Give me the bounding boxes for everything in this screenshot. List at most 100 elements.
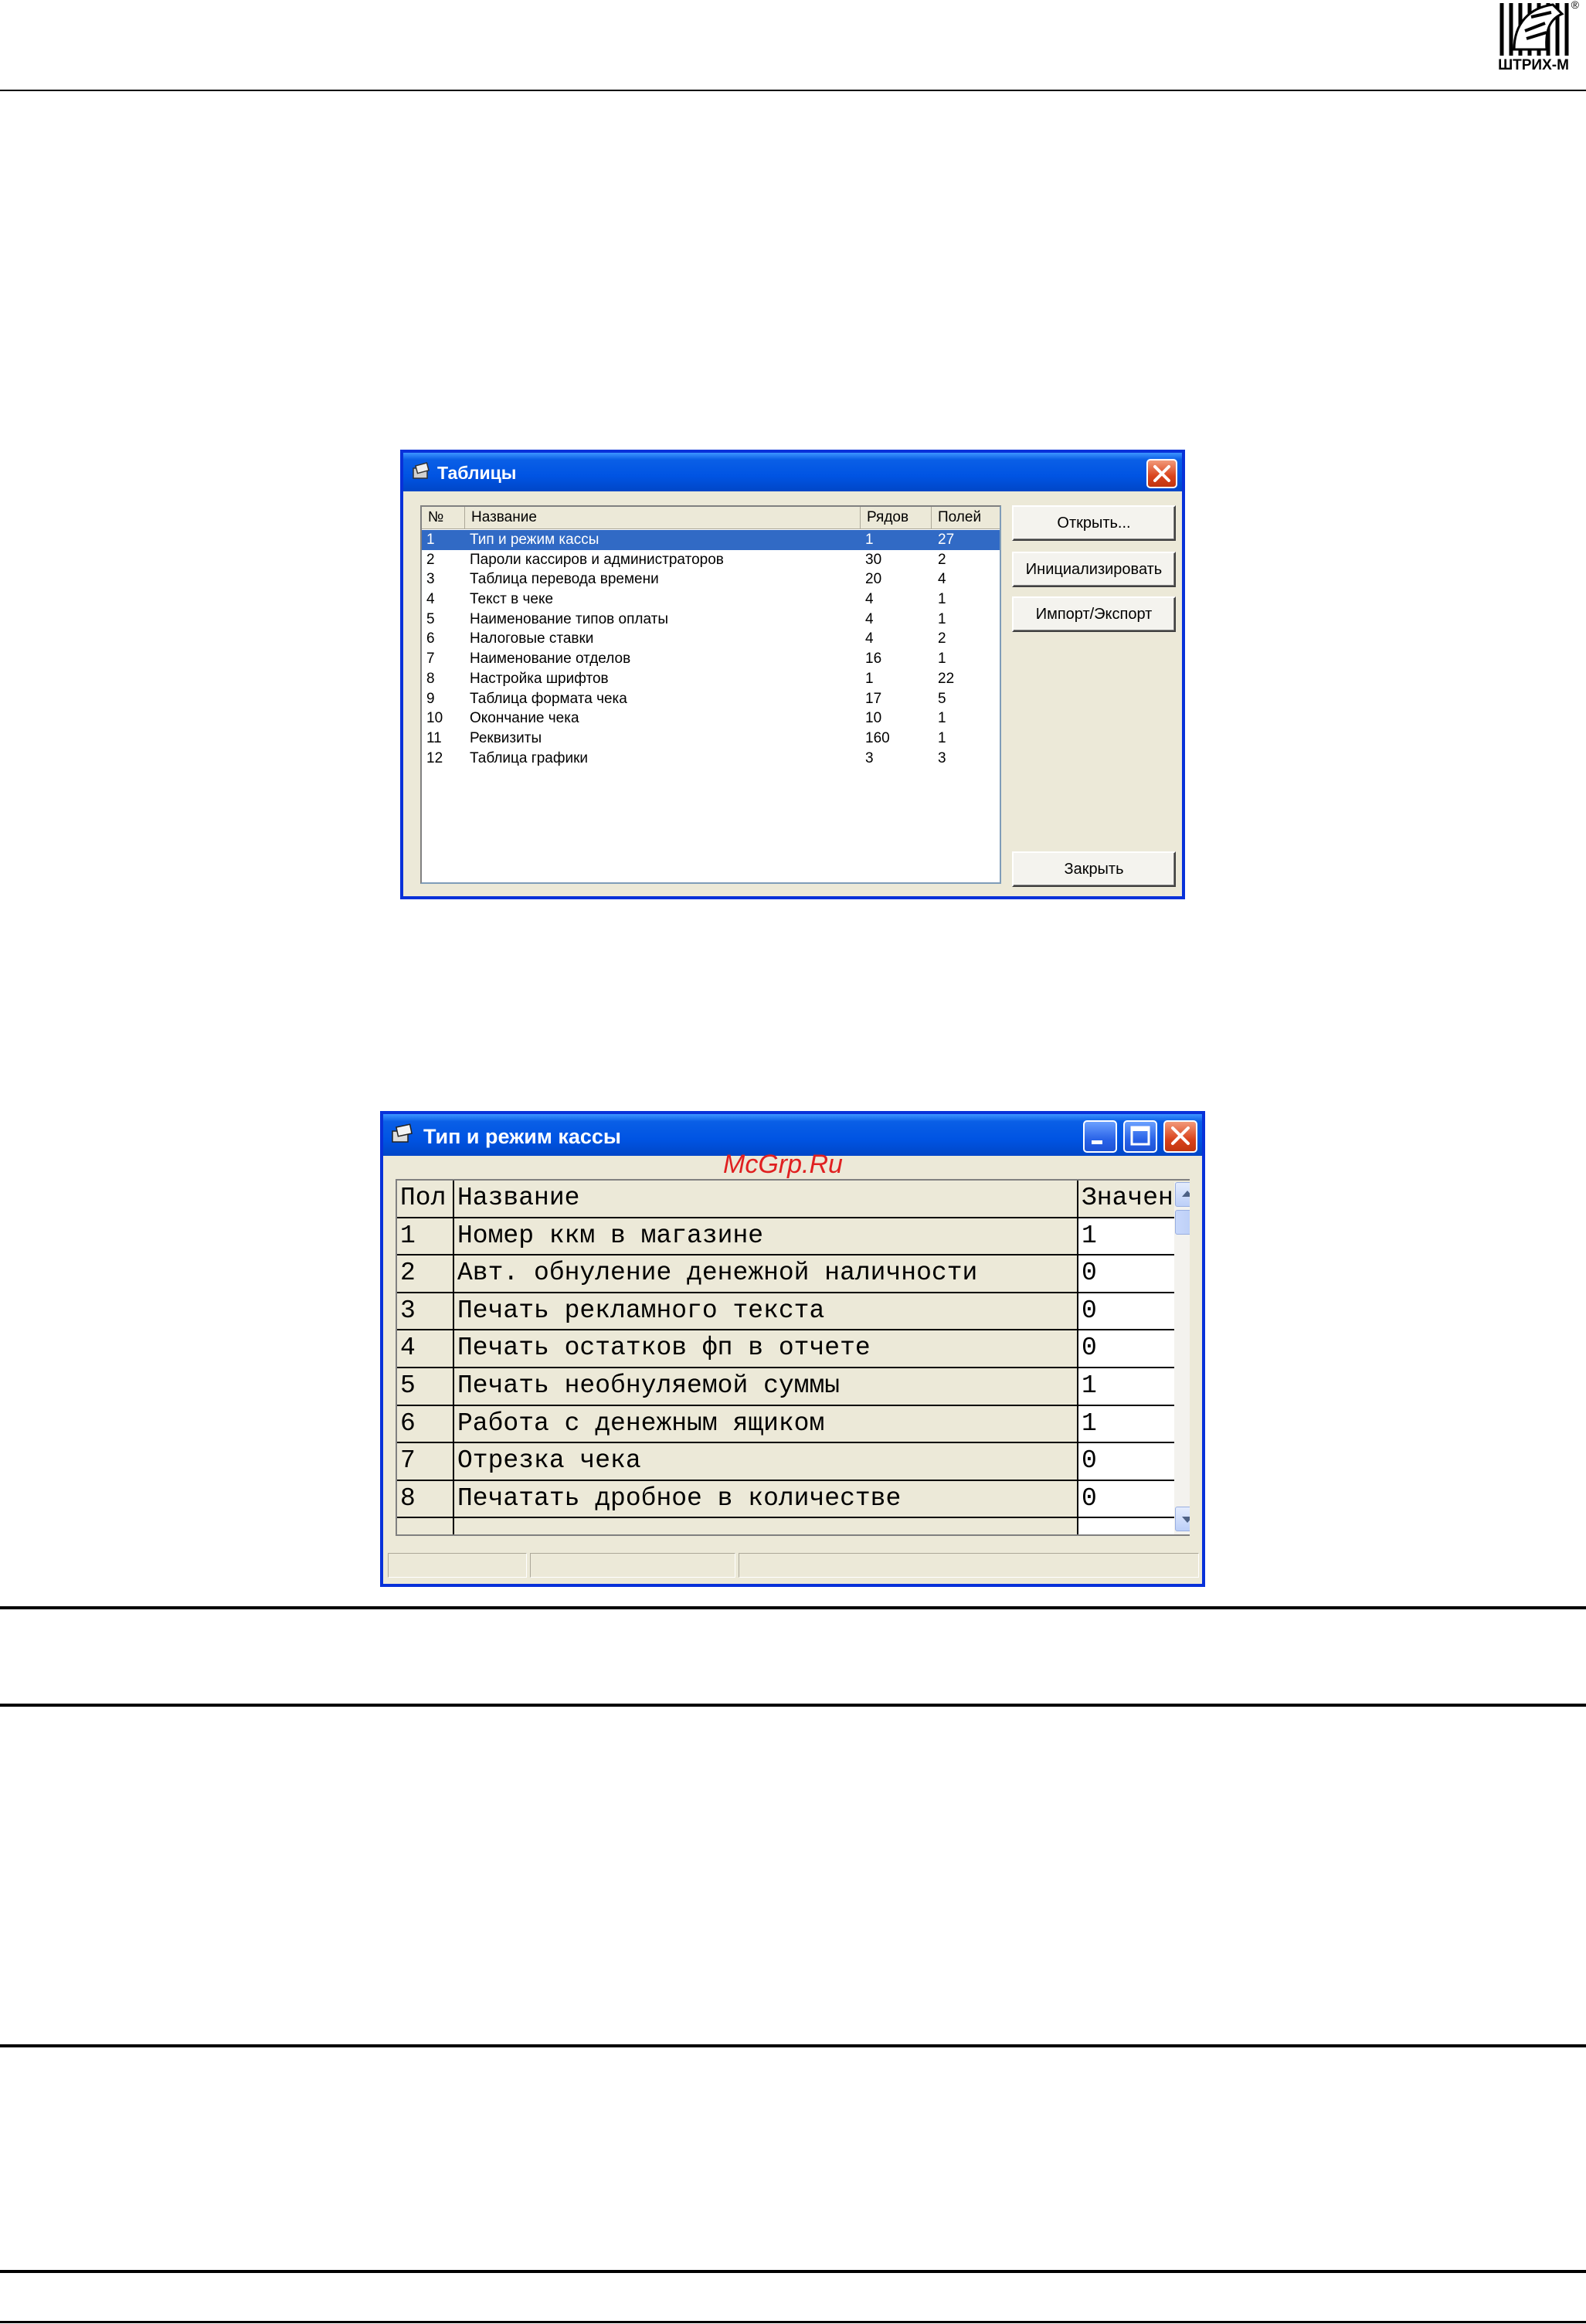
list-item[interactable]: 6 Налоговые ставки 4 2 [422, 629, 1000, 649]
grid-cell-value[interactable]: 0 [1078, 1480, 1190, 1519]
list-item-name: Тип и режим кассы [470, 532, 599, 548]
tables-window-titlebar[interactable]: Таблицы [403, 453, 1182, 491]
list-item-name: Таблица формата чека [470, 690, 627, 707]
open-button[interactable]: Открыть... [1012, 505, 1176, 541]
minimize-button[interactable] [1083, 1120, 1117, 1153]
grid-cell-field: 6 [397, 1405, 454, 1444]
header-rule [0, 90, 1586, 91]
close-icon [1171, 1126, 1190, 1145]
list-item-num: 6 [426, 630, 435, 647]
list-item[interactable]: 4 Текст в чеке 4 1 [422, 589, 1000, 610]
status-panel [739, 1553, 1199, 1578]
grid-cell-name: Авт. обнуление денежной наличности [454, 1255, 1078, 1293]
grid-header-name[interactable]: Название [454, 1181, 1078, 1218]
status-panel [530, 1553, 735, 1578]
list-item-rows: 4 [865, 630, 874, 647]
grid-cell-name: Печать остатков фп в отчете [454, 1330, 1078, 1368]
divider-rule [0, 1606, 1586, 1609]
close-window-button[interactable] [1146, 459, 1177, 488]
divider-rule [0, 2044, 1586, 2047]
list-item-fields: 22 [938, 670, 955, 687]
initialize-button[interactable]: Инициализировать [1012, 552, 1176, 587]
list-item[interactable]: 5 Наименование типов оплаты 4 1 [422, 610, 1000, 630]
column-header-rows[interactable]: Рядов [861, 507, 932, 528]
tables-list[interactable]: № Название Рядов Полей 1 Тип и режим касс… [420, 505, 1001, 884]
tables-list-header: № Название Рядов Полей [422, 507, 1000, 529]
list-item[interactable]: 9 Таблица формата чека 17 5 [422, 689, 1000, 709]
list-item-rows: 4 [865, 610, 874, 627]
list-item-fields: 1 [938, 651, 946, 668]
grid-cell-value[interactable]: 0 [1078, 1293, 1190, 1331]
scroll-down-button[interactable] [1175, 1507, 1190, 1531]
list-item-num: 5 [426, 610, 435, 627]
tables-window: Таблицы № Название Рядов Полей 1 Тип и ре… [400, 450, 1185, 899]
list-item-name: Наименование типов оплаты [470, 610, 668, 627]
tables-list-rows: 1 Тип и режим кассы 1 27 2 Пароли кассиров и … [422, 530, 1000, 768]
list-item-fields: 1 [938, 610, 946, 627]
list-item-fields: 1 [938, 591, 946, 608]
grid-cell-field [397, 1518, 454, 1534]
grid-cell-value[interactable]: 0 [1078, 1255, 1190, 1293]
scroll-thumb[interactable] [1175, 1210, 1190, 1235]
list-item[interactable]: 3 Таблица перевода времени 20 4 [422, 569, 1000, 589]
grid-cell-name: Отрезка чека [454, 1443, 1078, 1481]
grid-cell-value[interactable]: 1 [1078, 1368, 1190, 1406]
minimize-icon [1092, 1140, 1102, 1144]
list-item-rows: 1 [865, 532, 874, 548]
scroll-up-button[interactable] [1175, 1182, 1190, 1207]
grid-cell-field: 1 [397, 1218, 454, 1256]
list-item-num: 11 [426, 729, 442, 746]
list-item-rows: 17 [865, 690, 882, 707]
list-item-name: Текст в чеке [470, 591, 554, 608]
close-button[interactable]: Закрыть [1012, 851, 1176, 887]
list-item-fields: 1 [938, 729, 946, 746]
column-header-fields[interactable]: Полей [932, 507, 1000, 528]
maximize-button[interactable] [1123, 1120, 1157, 1153]
close-window-button[interactable] [1163, 1120, 1197, 1153]
logo-text: ШТРИХ-М [1498, 57, 1569, 73]
grid-cell-field: 2 [397, 1255, 454, 1293]
list-item-name: Реквизиты [470, 729, 542, 746]
table-editor-title: Тип и режим кассы [423, 1125, 621, 1148]
table-editor-window: Тип и режим кассы McGrp.Ru Пол Название … [380, 1111, 1205, 1587]
grid-cell-value[interactable]: 0 [1078, 1330, 1190, 1368]
list-item-rows: 160 [865, 729, 890, 746]
list-item[interactable]: 8 Настройка шрифтов 1 22 [422, 669, 1000, 689]
grid-header-field[interactable]: Пол [397, 1181, 454, 1218]
list-item-name: Налоговые ставки [470, 630, 594, 647]
list-item-fields: 2 [938, 630, 946, 647]
grid-header-value[interactable]: Значени [1078, 1181, 1190, 1218]
list-item[interactable]: 1 Тип и режим кассы 1 27 [422, 530, 1000, 550]
list-item-fields: 5 [938, 690, 946, 707]
list-item[interactable]: 10 Окончание чека 10 1 [422, 708, 1000, 729]
import-export-button[interactable]: Импорт/Экспорт [1012, 596, 1176, 632]
shtrih-m-logo: ® ШТРИХ-М [1491, 0, 1579, 77]
maximize-icon [1130, 1126, 1150, 1146]
grid-cell-name: Печать необнуляемой суммы [454, 1368, 1078, 1406]
grid-cell-value [1078, 1518, 1190, 1534]
footer-rule [0, 2321, 1586, 2323]
list-item-rows: 16 [865, 651, 882, 668]
registered-mark: ® [1571, 0, 1579, 11]
list-item-rows: 10 [865, 710, 882, 727]
arrow-down-icon [1182, 1517, 1190, 1523]
tables-app-icon [413, 462, 430, 479]
list-item-fields: 27 [938, 532, 955, 548]
grid-cell-value[interactable]: 1 [1078, 1218, 1190, 1256]
list-item-fields: 4 [938, 571, 946, 588]
list-item[interactable]: 7 Наименование отделов 16 1 [422, 649, 1000, 669]
grid-cell-name: Работа с денежным ящиком [454, 1405, 1078, 1444]
table-editor-app-icon [392, 1123, 413, 1143]
grid-cell-value[interactable]: 1 [1078, 1405, 1190, 1444]
column-header-num[interactable]: № [422, 507, 465, 528]
close-icon [1153, 465, 1170, 482]
grid-cell-value[interactable]: 0 [1078, 1443, 1190, 1481]
list-item-name: Пароли кассиров и администраторов [470, 551, 724, 568]
list-item[interactable]: 2 Пароли кассиров и администраторов 30 2 [422, 550, 1000, 570]
list-item-fields: 2 [938, 551, 946, 568]
list-item[interactable]: 12 Таблица графики 3 3 [422, 749, 1000, 769]
column-header-name[interactable]: Название [465, 507, 861, 528]
list-item[interactable]: 11 Реквизиты 160 1 [422, 729, 1000, 749]
vertical-scrollbar[interactable] [1174, 1182, 1190, 1534]
fields-grid[interactable]: Пол Название Значени 1 Номер ккм в магази… [396, 1179, 1190, 1536]
